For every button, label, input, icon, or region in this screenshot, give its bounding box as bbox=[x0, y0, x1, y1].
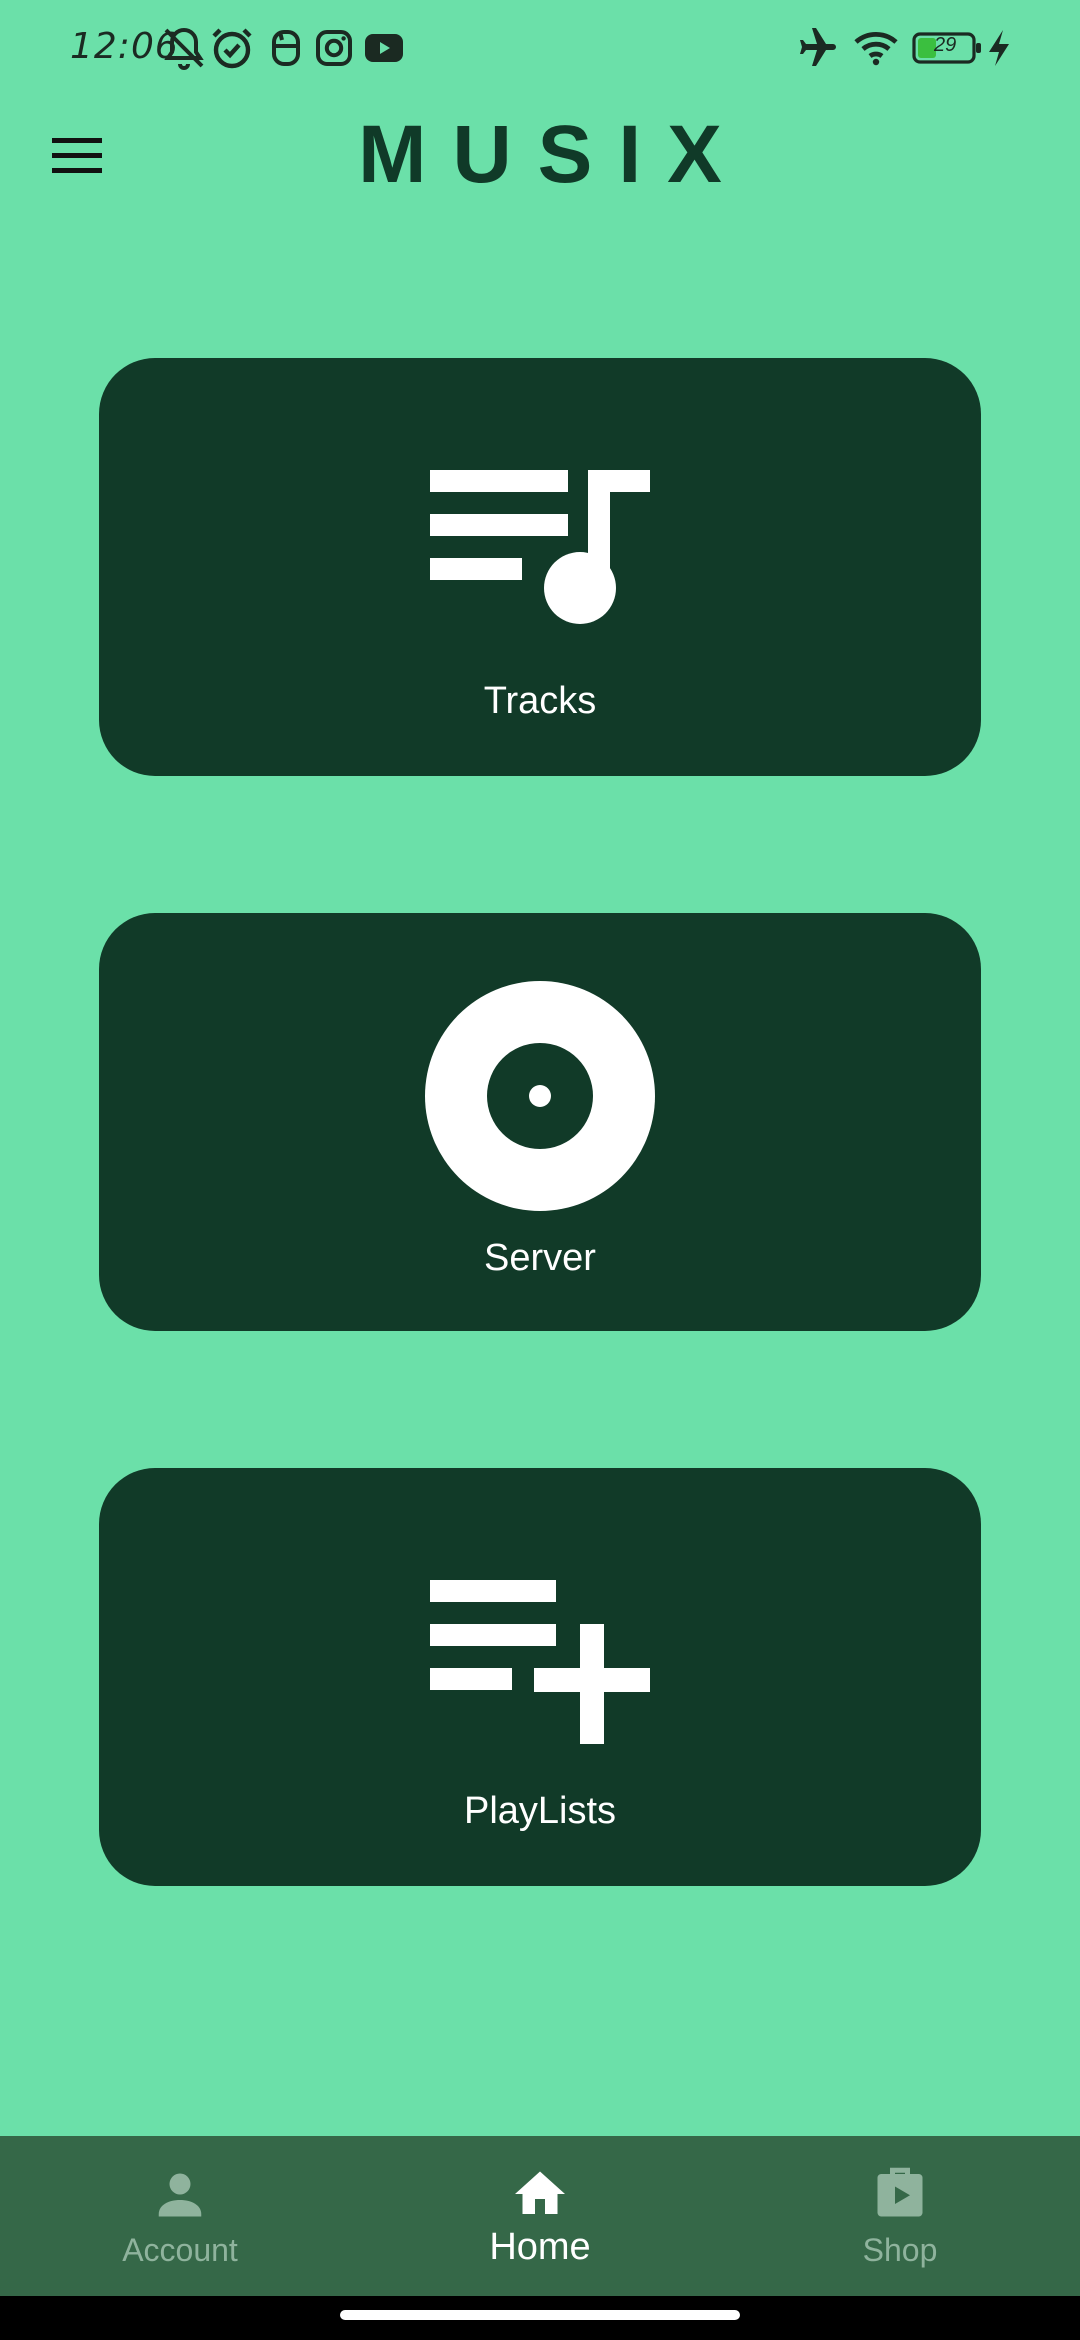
wifi-icon bbox=[852, 24, 900, 72]
nav-label-home: Home bbox=[489, 2226, 591, 2268]
nav-label-account: Account bbox=[122, 2232, 238, 2268]
alarm-icon bbox=[208, 24, 256, 72]
shop-icon bbox=[870, 2164, 930, 2224]
nav-label-shop: Shop bbox=[862, 2232, 938, 2268]
tracks-label: Tracks bbox=[483, 680, 597, 722]
bell-off-icon bbox=[160, 24, 208, 72]
status-bar: 12:06 29 bbox=[0, 0, 1080, 96]
youtube-icon bbox=[360, 24, 408, 72]
home-indicator[interactable] bbox=[340, 2310, 740, 2320]
album-disc-icon bbox=[425, 981, 655, 1211]
playlists-card[interactable]: PlayLists bbox=[99, 1468, 981, 1886]
queue-music-icon bbox=[430, 470, 650, 634]
bottom-navigation: Account Home Shop bbox=[0, 2136, 1080, 2296]
server-label: Server bbox=[484, 1237, 596, 1279]
airplane-mode-icon bbox=[792, 24, 840, 72]
nav-item-shop[interactable]: Shop bbox=[720, 2136, 1080, 2296]
app-title: MUSIX bbox=[358, 109, 748, 200]
nav-item-account[interactable]: Account bbox=[0, 2136, 360, 2296]
tracks-card[interactable]: Tracks bbox=[99, 358, 981, 776]
battery-icon: 29 bbox=[912, 24, 984, 72]
playlist-add-icon bbox=[430, 1580, 650, 1744]
battery-level: 29 bbox=[934, 34, 957, 56]
notification-app-icon bbox=[262, 24, 310, 72]
charging-icon bbox=[984, 24, 1014, 72]
person-icon bbox=[150, 2164, 210, 2224]
nav-item-home[interactable]: Home bbox=[360, 2136, 720, 2296]
server-card[interactable]: Server bbox=[99, 913, 981, 1331]
home-icon bbox=[510, 2164, 570, 2224]
instagram-icon bbox=[310, 24, 358, 72]
playlists-label: PlayLists bbox=[463, 1790, 617, 1832]
